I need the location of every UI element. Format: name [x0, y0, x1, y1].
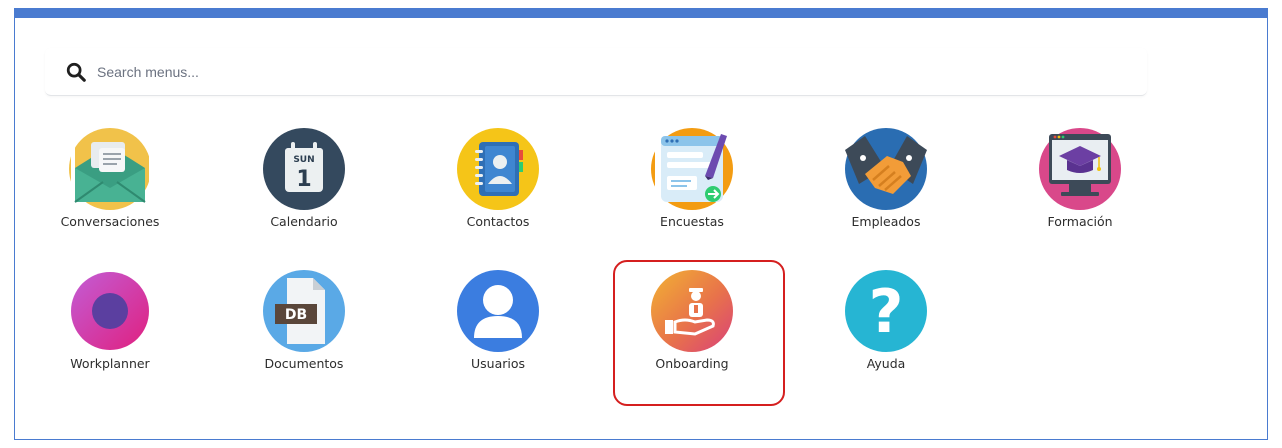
app-label: Workplanner: [70, 356, 150, 371]
help-glyph: ?: [869, 277, 904, 347]
app-onboarding[interactable]: Onboarding: [611, 270, 771, 390]
address-book-icon: [457, 128, 539, 210]
app-documentos[interactable]: DB Documentos: [223, 270, 383, 390]
graduation-cap-icon: [1039, 128, 1121, 210]
app-label: Conversaciones: [60, 214, 160, 229]
workplanner-circle-icon: [69, 270, 151, 352]
app-encuestas[interactable]: Encuestas: [611, 128, 771, 248]
app-launcher-panel: Conversaciones SUN 1 Calendario: [14, 8, 1268, 440]
app-workplanner[interactable]: Workplanner: [29, 270, 189, 390]
app-label: Empleados: [851, 214, 921, 229]
calendar-icon: SUN 1: [263, 128, 345, 210]
user-icon: [457, 270, 539, 352]
search-input[interactable]: [97, 59, 697, 85]
app-label: Ayuda: [866, 356, 906, 371]
document-badge-text: DB: [285, 307, 307, 323]
onboarding-hand-icon: [651, 270, 733, 352]
app-label: Usuarios: [470, 356, 526, 371]
app-label: Encuestas: [660, 214, 724, 229]
app-contactos[interactable]: Contactos: [417, 128, 577, 248]
app-label: Calendario: [270, 214, 338, 229]
app-empleados[interactable]: Empleados: [805, 128, 965, 248]
app-label: Onboarding: [655, 356, 729, 371]
app-ayuda[interactable]: ? Ayuda: [805, 270, 965, 390]
envelope-chat-icon: [69, 128, 151, 210]
calendar-badge-date: 1: [296, 167, 311, 192]
app-label: Documentos: [264, 356, 344, 371]
search-bar[interactable]: [45, 48, 1147, 96]
app-calendario[interactable]: SUN 1 Calendario: [223, 128, 383, 248]
document-db-icon: DB: [263, 270, 345, 352]
app-label: Formación: [1047, 214, 1113, 229]
app-conversaciones[interactable]: Conversaciones: [29, 128, 189, 248]
app-formacion[interactable]: Formación: [999, 128, 1159, 248]
app-usuarios[interactable]: Usuarios: [417, 270, 577, 390]
calendar-badge-day: SUN: [293, 155, 314, 165]
search-icon: [65, 61, 87, 83]
handshake-icon: [845, 128, 927, 210]
app-label: Contactos: [466, 214, 530, 229]
survey-pen-icon: [651, 128, 733, 210]
question-mark-icon: ?: [845, 270, 927, 352]
